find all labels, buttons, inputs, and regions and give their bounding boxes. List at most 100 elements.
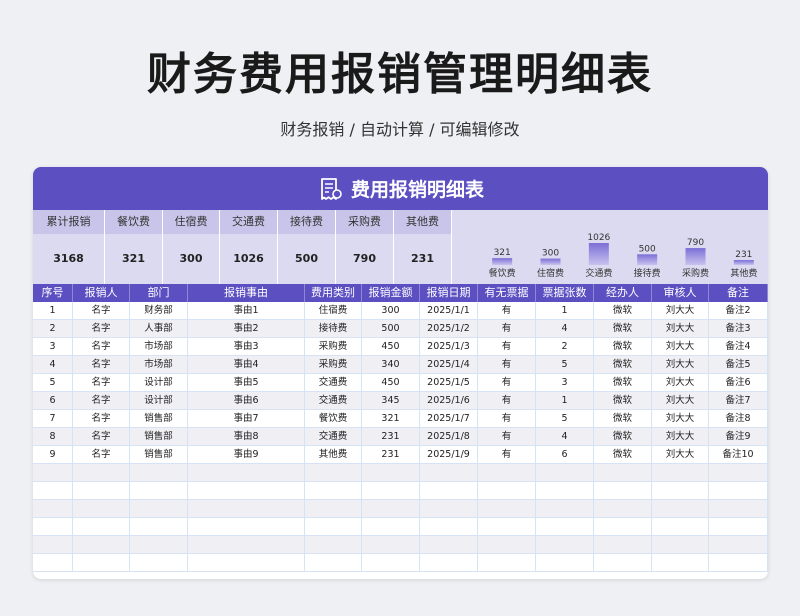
table-cell[interactable] — [73, 500, 130, 517]
table-cell[interactable]: 1 — [536, 302, 594, 319]
table-cell[interactable] — [130, 536, 188, 553]
table-cell[interactable] — [709, 500, 768, 517]
column-header[interactable]: 审核人 — [652, 284, 709, 302]
table-cell[interactable] — [362, 536, 420, 553]
table-cell[interactable]: 1 — [536, 392, 594, 409]
table-cell[interactable]: 财务部 — [130, 302, 188, 319]
table-cell[interactable]: 名字 — [73, 302, 130, 319]
table-cell[interactable] — [420, 500, 478, 517]
table-cell[interactable] — [305, 500, 362, 517]
table-cell[interactable] — [594, 536, 652, 553]
column-header[interactable]: 有无票据 — [478, 284, 536, 302]
column-header[interactable]: 费用类别 — [305, 284, 362, 302]
column-header[interactable]: 部门 — [130, 284, 188, 302]
table-cell[interactable] — [594, 464, 652, 481]
table-cell[interactable]: 名字 — [73, 374, 130, 391]
table-cell[interactable] — [652, 518, 709, 535]
table-cell[interactable] — [652, 482, 709, 499]
column-header[interactable]: 报销金额 — [362, 284, 420, 302]
table-cell[interactable]: 300 — [362, 302, 420, 319]
table-cell[interactable]: 8 — [33, 428, 73, 445]
table-cell[interactable]: 刘大大 — [652, 392, 709, 409]
table-cell[interactable]: 7 — [33, 410, 73, 427]
table-cell[interactable] — [130, 554, 188, 571]
table-cell[interactable] — [73, 482, 130, 499]
table-cell[interactable] — [73, 554, 130, 571]
table-cell[interactable] — [478, 464, 536, 481]
table-cell[interactable] — [652, 554, 709, 571]
table-cell[interactable]: 有 — [478, 302, 536, 319]
table-cell[interactable] — [478, 554, 536, 571]
table-cell[interactable]: 事由6 — [188, 392, 305, 409]
table-cell[interactable]: 有 — [478, 338, 536, 355]
table-cell[interactable]: 4 — [33, 356, 73, 373]
table-cell[interactable]: 3 — [33, 338, 73, 355]
table-cell[interactable] — [188, 518, 305, 535]
table-cell[interactable]: 备注10 — [709, 446, 768, 463]
column-header[interactable]: 票据张数 — [536, 284, 594, 302]
table-cell[interactable]: 有 — [478, 446, 536, 463]
table-cell[interactable] — [188, 536, 305, 553]
table-cell[interactable] — [709, 482, 768, 499]
summary-value[interactable]: 1026 — [220, 234, 278, 284]
table-cell[interactable] — [536, 464, 594, 481]
table-cell[interactable]: 5 — [536, 356, 594, 373]
table-cell[interactable]: 2025/1/7 — [420, 410, 478, 427]
table-cell[interactable]: 市场部 — [130, 356, 188, 373]
summary-value[interactable]: 321 — [105, 234, 163, 284]
table-cell[interactable]: 2025/1/5 — [420, 374, 478, 391]
table-cell[interactable]: 刘大大 — [652, 302, 709, 319]
table-cell[interactable]: 450 — [362, 374, 420, 391]
table-cell[interactable] — [73, 536, 130, 553]
table-cell[interactable]: 微软 — [594, 338, 652, 355]
table-cell[interactable]: 345 — [362, 392, 420, 409]
table-cell[interactable] — [478, 500, 536, 517]
table-cell[interactable]: 2025/1/4 — [420, 356, 478, 373]
summary-value[interactable]: 231 — [394, 234, 452, 284]
table-cell[interactable] — [709, 464, 768, 481]
table-cell[interactable]: 微软 — [594, 356, 652, 373]
table-cell[interactable]: 名字 — [73, 446, 130, 463]
table-cell[interactable]: 5 — [33, 374, 73, 391]
table-cell[interactable]: 名字 — [73, 356, 130, 373]
table-cell[interactable]: 2025/1/6 — [420, 392, 478, 409]
table-cell[interactable]: 2025/1/3 — [420, 338, 478, 355]
table-cell[interactable]: 事由9 — [188, 446, 305, 463]
table-cell[interactable] — [188, 554, 305, 571]
table-cell[interactable] — [536, 482, 594, 499]
table-cell[interactable]: 事由8 — [188, 428, 305, 445]
table-cell[interactable]: 微软 — [594, 392, 652, 409]
table-cell[interactable] — [188, 482, 305, 499]
table-cell[interactable]: 5 — [536, 410, 594, 427]
table-cell[interactable]: 4 — [536, 428, 594, 445]
table-cell[interactable]: 事由1 — [188, 302, 305, 319]
table-cell[interactable]: 9 — [33, 446, 73, 463]
table-cell[interactable] — [420, 482, 478, 499]
table-cell[interactable] — [188, 500, 305, 517]
table-cell[interactable]: 刘大大 — [652, 338, 709, 355]
table-cell[interactable]: 6 — [33, 392, 73, 409]
table-cell[interactable]: 微软 — [594, 410, 652, 427]
table-cell[interactable]: 2025/1/2 — [420, 320, 478, 337]
column-header[interactable]: 序号 — [33, 284, 73, 302]
table-cell[interactable]: 接待费 — [305, 320, 362, 337]
table-cell[interactable]: 采购费 — [305, 338, 362, 355]
table-cell[interactable]: 人事部 — [130, 320, 188, 337]
table-cell[interactable]: 事由4 — [188, 356, 305, 373]
table-cell[interactable] — [362, 482, 420, 499]
table-cell[interactable]: 微软 — [594, 428, 652, 445]
table-cell[interactable] — [305, 464, 362, 481]
table-cell[interactable]: 备注8 — [709, 410, 768, 427]
table-cell[interactable]: 3 — [536, 374, 594, 391]
summary-value[interactable]: 790 — [336, 234, 394, 284]
table-cell[interactable]: 名字 — [73, 428, 130, 445]
table-cell[interactable]: 名字 — [73, 338, 130, 355]
table-cell[interactable] — [130, 518, 188, 535]
table-cell[interactable]: 有 — [478, 428, 536, 445]
table-cell[interactable]: 340 — [362, 356, 420, 373]
table-cell[interactable] — [420, 536, 478, 553]
column-header[interactable]: 经办人 — [594, 284, 652, 302]
table-cell[interactable] — [130, 500, 188, 517]
table-cell[interactable] — [33, 500, 73, 517]
table-cell[interactable]: 备注3 — [709, 320, 768, 337]
